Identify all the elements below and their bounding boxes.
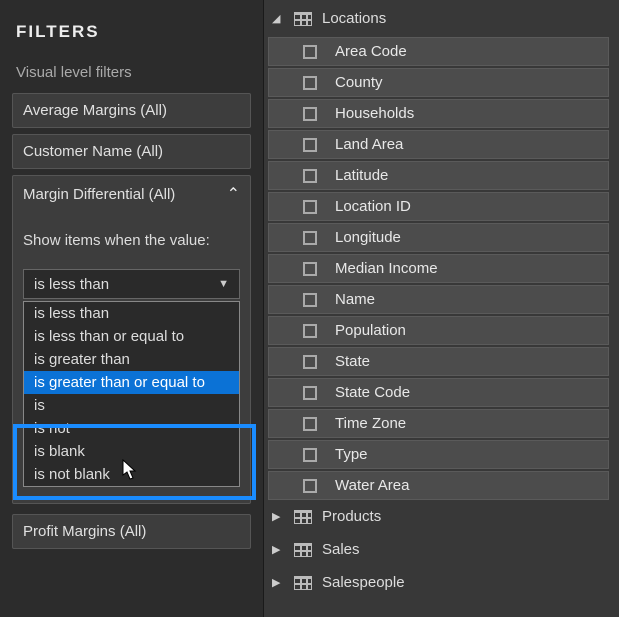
field-row[interactable]: Location ID [268,192,609,221]
condition-select[interactable]: is less than ▼ [23,269,240,299]
condition-option[interactable]: is [24,394,239,417]
dropdown-caret-icon: ▼ [218,278,229,290]
field-label: Location ID [335,198,411,215]
filter-card-profit-margins[interactable]: Profit Margins (All) [12,514,251,549]
condition-option[interactable]: is not blank [24,463,239,486]
checkbox[interactable] [303,479,317,493]
field-row[interactable]: Median Income [268,254,609,283]
field-label: Latitude [335,167,388,184]
condition-option[interactable]: is less than [24,302,239,325]
field-label: Longitude [335,229,401,246]
checkbox[interactable] [303,355,317,369]
field-row[interactable]: Water Area [268,471,609,500]
table-label: Sales [322,541,360,558]
checkbox[interactable] [303,448,317,462]
field-label: Population [335,322,406,339]
field-label: State Code [335,384,410,401]
table-node-locations[interactable]: ◢ Locations [268,6,609,35]
field-label: Area Code [335,43,407,60]
condition-dropdown: is less than is less than or equal to is… [23,301,240,487]
condition-select-value: is less than [34,276,109,293]
filters-subheading: Visual level filters [12,64,251,81]
table-icon [294,12,312,26]
filter-label: Customer Name (All) [23,143,163,160]
field-row[interactable]: Longitude [268,223,609,252]
filter-card-average-margins[interactable]: Average Margins (All) [12,93,251,128]
checkbox[interactable] [303,293,317,307]
field-label: Time Zone [335,415,406,432]
table-icon [294,576,312,590]
show-items-label: Show items when the value: [23,230,240,251]
filter-card-margin-differential[interactable]: Margin Differential (All) ⌃ Show items w… [12,175,251,504]
condition-option[interactable]: is greater than or equal to [24,371,239,394]
table-node-products[interactable]: ▶ Products [268,504,609,533]
checkbox[interactable] [303,231,317,245]
field-label: Median Income [335,260,438,277]
field-row[interactable]: Land Area [268,130,609,159]
condition-option[interactable]: is less than or equal to [24,325,239,348]
checkbox[interactable] [303,200,317,214]
triangle-right-icon: ▶ [272,510,284,523]
checkbox[interactable] [303,45,317,59]
filter-card-customer-name[interactable]: Customer Name (All) [12,134,251,169]
condition-option[interactable]: is not [24,417,239,440]
field-row[interactable]: State [268,347,609,376]
filter-label: Profit Margins (All) [23,523,146,540]
field-row[interactable]: Name [268,285,609,314]
table-icon [294,543,312,557]
checkbox[interactable] [303,76,317,90]
field-label: County [335,74,383,91]
condition-option[interactable]: is blank [24,440,239,463]
checkbox[interactable] [303,169,317,183]
field-row[interactable]: Population [268,316,609,345]
filters-heading: FILTERS [12,22,251,42]
triangle-right-icon: ▶ [272,543,284,556]
field-row[interactable]: State Code [268,378,609,407]
field-label: Type [335,446,368,463]
triangle-down-icon: ◢ [272,12,284,25]
filter-label: Margin Differential (All) [23,186,175,203]
field-row[interactable]: Time Zone [268,409,609,438]
field-row[interactable]: Households [268,99,609,128]
fields-pane: ◢ Locations Area Code County Households … [264,0,619,617]
filters-pane: FILTERS Visual level filters Average Mar… [0,0,264,617]
checkbox[interactable] [303,138,317,152]
checkbox[interactable] [303,324,317,338]
field-label: Water Area [335,477,409,494]
field-row[interactable]: Type [268,440,609,469]
filter-label: Average Margins (All) [23,102,167,119]
field-label: Land Area [335,136,403,153]
checkbox[interactable] [303,262,317,276]
table-label: Products [322,508,381,525]
field-row[interactable]: Area Code [268,37,609,66]
table-icon [294,510,312,524]
field-row[interactable]: County [268,68,609,97]
field-label: State [335,353,370,370]
field-label: Households [335,105,414,122]
table-node-sales[interactable]: ▶ Sales [268,537,609,566]
table-label: Salespeople [322,574,405,591]
checkbox[interactable] [303,107,317,121]
checkbox[interactable] [303,417,317,431]
field-row[interactable]: Latitude [268,161,609,190]
checkbox[interactable] [303,386,317,400]
table-label: Locations [322,10,386,27]
condition-option[interactable]: is greater than [24,348,239,371]
field-label: Name [335,291,375,308]
table-node-salespeople[interactable]: ▶ Salespeople [268,570,609,599]
triangle-right-icon: ▶ [272,576,284,589]
chevron-up-icon[interactable]: ⌃ [227,184,240,204]
